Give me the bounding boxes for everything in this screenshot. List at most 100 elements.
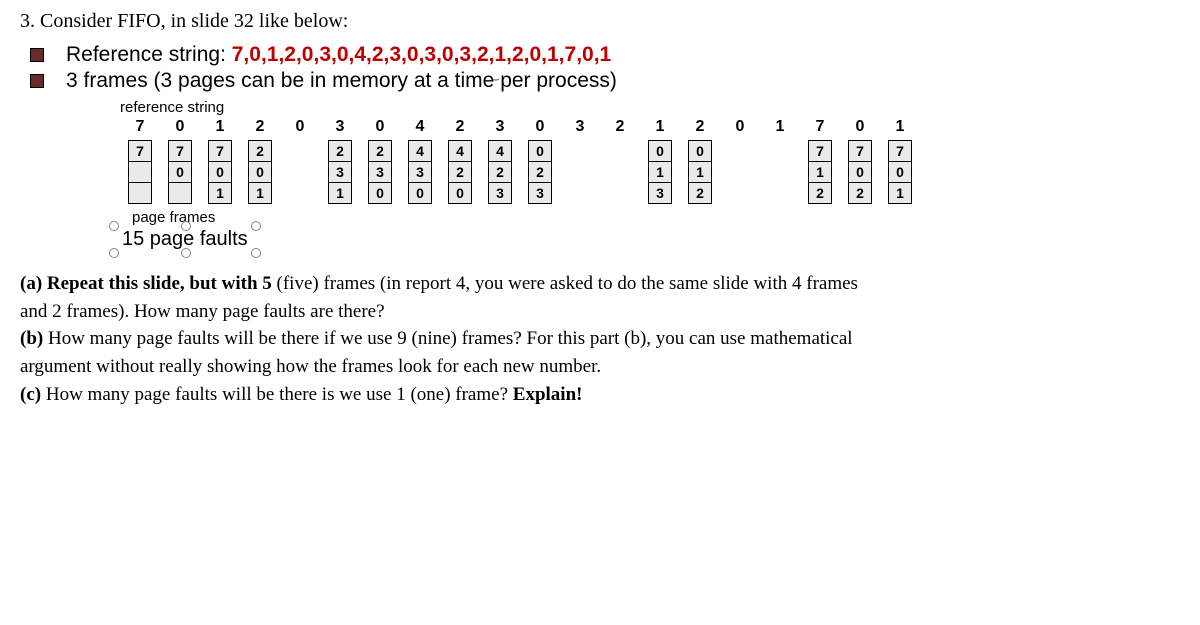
frame-cell: 0 — [168, 161, 192, 183]
frame-cell: 4 — [488, 140, 512, 162]
frame-cell — [168, 182, 192, 204]
frame-column — [760, 140, 800, 203]
frame-column: 231 — [320, 140, 360, 203]
question-prompt: Consider FIFO, in slide 32 like below: — [40, 10, 348, 32]
frame-cell: 3 — [528, 182, 552, 204]
frame-column: 013 — [640, 140, 680, 203]
frame-cell: 0 — [448, 182, 472, 204]
ref-cell: 2 — [440, 118, 480, 136]
ref-cell: 0 — [520, 118, 560, 136]
frame-cell: 2 — [368, 140, 392, 162]
frame-cell — [128, 182, 152, 204]
frame-cell: 0 — [888, 161, 912, 183]
frame-cell: 1 — [208, 182, 232, 204]
ref-cell: 0 — [720, 118, 760, 136]
frame-cell: 7 — [208, 140, 232, 162]
frame-cell: 7 — [808, 140, 832, 162]
question-number: 3. — [20, 10, 35, 32]
frame-column: 702 — [840, 140, 880, 203]
frame-column: 701 — [200, 140, 240, 203]
page-frames-label: page frames — [132, 209, 1180, 226]
part-c-text: How many page faults will be there is we… — [41, 384, 513, 405]
ref-cell: 1 — [640, 118, 680, 136]
frame-column — [600, 140, 640, 203]
frame-cell: 3 — [408, 161, 432, 183]
reference-string-label: reference string — [120, 99, 1180, 116]
part-c-label: (c) — [20, 384, 41, 405]
bullet2-text: 3 frames (3 pages can be in memory at a … — [66, 69, 617, 93]
frame-cell: 0 — [848, 161, 872, 183]
frame-column: 420 — [440, 140, 480, 203]
selection-handle-icon — [251, 248, 261, 258]
part-b-text1: How many page faults will be there if we… — [43, 328, 852, 349]
frame-cell: 7 — [168, 140, 192, 162]
frame-cell: 7 — [888, 140, 912, 162]
frame-cell: 0 — [688, 140, 712, 162]
selection-handle-icon — [109, 248, 119, 258]
bullet-line-2: 3 frames (3 pages can be in memory at a … — [30, 69, 1180, 93]
part-a-label: (a) — [20, 273, 42, 294]
ref-cell: 2 — [600, 118, 640, 136]
frame-cell: 3 — [488, 182, 512, 204]
frame-cell: 2 — [448, 161, 472, 183]
frames-row: 7707012012312304304204230230130127127027… — [120, 140, 1180, 203]
ref-cell: 3 — [320, 118, 360, 136]
ref-cell: 0 — [360, 118, 400, 136]
frame-cell: 0 — [248, 161, 272, 183]
frame-cell: 4 — [448, 140, 472, 162]
frame-column: 423 — [480, 140, 520, 203]
selection-handle-icon — [251, 221, 261, 231]
bullet1-prefix: Reference string: — [66, 43, 232, 66]
caret-mark: ⌣ — [491, 72, 500, 88]
part-c-bold: Explain! — [513, 384, 583, 405]
frame-column — [280, 140, 320, 203]
part-b-label: (b) — [20, 328, 43, 349]
frame-column: 230 — [360, 140, 400, 203]
ref-cell: 0 — [280, 118, 320, 136]
ref-cell: 7 — [120, 118, 160, 136]
frame-cell: 3 — [328, 161, 352, 183]
bullet-icon — [30, 74, 44, 88]
frame-cell: 1 — [648, 161, 672, 183]
ref-cell: 4 — [400, 118, 440, 136]
frame-column — [560, 140, 600, 203]
frame-cell: 1 — [328, 182, 352, 204]
ref-cell: 2 — [680, 118, 720, 136]
bullet-icon — [30, 48, 44, 62]
frame-cell: 0 — [208, 161, 232, 183]
frame-cell: 2 — [848, 182, 872, 204]
frame-cell: 2 — [688, 182, 712, 204]
frame-column: 201 — [240, 140, 280, 203]
frame-column: 70 — [160, 140, 200, 203]
ref-cell: 0 — [160, 118, 200, 136]
frame-cell: 3 — [368, 161, 392, 183]
reference-string-value: 7,0,1,2,0,3,0,4,2,3,0,3,0,3,2,1,2,0,1,7,… — [232, 43, 611, 66]
frame-cell: 1 — [888, 182, 912, 204]
frame-column: 7 — [120, 140, 160, 203]
frame-cell: 2 — [488, 161, 512, 183]
frame-cell: 0 — [368, 182, 392, 204]
subparts: (a) Repeat this slide, but with 5 (five)… — [20, 271, 1180, 407]
frame-cell: 1 — [808, 161, 832, 183]
frame-cell: 1 — [248, 182, 272, 204]
frame-cell: 2 — [528, 161, 552, 183]
page-faults-box: 15 page faults — [114, 226, 256, 253]
bullet-line-1: Reference string: 7,0,1,2,0,3,0,4,2,3,0,… — [30, 43, 1180, 67]
ref-cell: 1 — [200, 118, 240, 136]
ref-cell: 2 — [240, 118, 280, 136]
frame-cell: 0 — [648, 140, 672, 162]
frame-cell: 4 — [408, 140, 432, 162]
frame-cell: 2 — [808, 182, 832, 204]
ref-cell: 3 — [480, 118, 520, 136]
selection-handle-icon — [181, 248, 191, 258]
frame-column: 430 — [400, 140, 440, 203]
frame-column: 701 — [880, 140, 920, 203]
frame-cell: 3 — [648, 182, 672, 204]
frame-column: 712 — [800, 140, 840, 203]
frame-column: 012 — [680, 140, 720, 203]
selection-handle-icon — [109, 221, 119, 231]
frame-cell: 0 — [408, 182, 432, 204]
reference-row: 70120304230321201701 — [120, 118, 1180, 136]
part-a-text2: and 2 frames). How many page faults are … — [20, 299, 1180, 325]
frame-cell — [128, 161, 152, 183]
